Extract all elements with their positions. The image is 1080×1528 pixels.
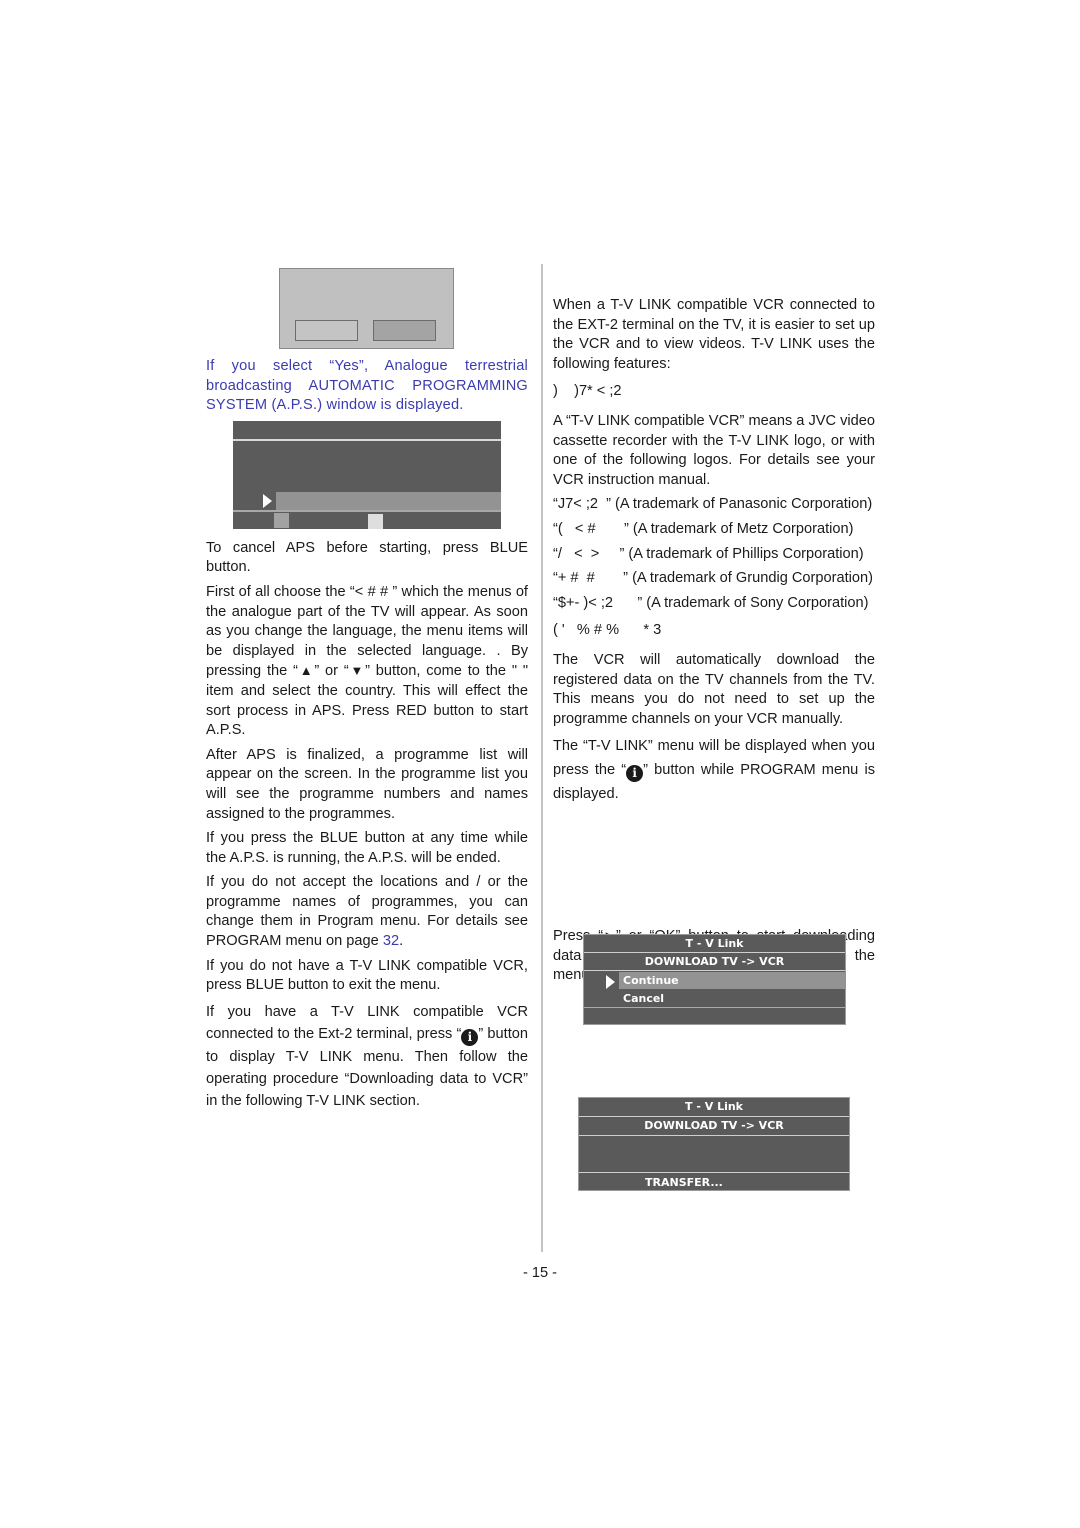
tvlink-intro-text: When a T-V LINK compatible VCR connected… (553, 297, 875, 372)
compatible-text: A “T-V LINK compatible VCR” means a JVC … (553, 412, 875, 488)
up-arrow-icon: ▲ (297, 663, 315, 679)
blue-button-text: If you press the BLUE button at any time… (206, 830, 528, 866)
menu-divider (579, 1172, 849, 1173)
no-button[interactable] (295, 320, 358, 341)
tvlink-text: If you have a T-V LINK compatible VCR co… (206, 1003, 528, 1109)
language-text: First of all choose the “< # # ” which t… (206, 583, 529, 739)
menu-subtitle: DOWNLOAD TV -> VCR (644, 955, 785, 968)
menu-title: T - V Link (685, 1100, 743, 1113)
info-icon: i (626, 765, 644, 783)
page-number: - 15 - (522, 1265, 558, 1281)
info-icon: i (461, 1028, 479, 1046)
cancel-aps-text: To cancel APS before starting, press BLU… (206, 539, 528, 576)
menu-divider (584, 970, 845, 971)
no-tvlink-text: If you do not have a T-V LINK compatible… (206, 957, 528, 994)
finalized-text: After APS is finalized, a programme list… (206, 746, 528, 822)
trademark-philips: “/ < > ” (A trademark of Phillips Corpor… (553, 545, 864, 562)
trademark-metz: “( < # ” (A trademark of Metz Corporatio… (553, 520, 854, 537)
page-32-link[interactable]: 32 (383, 933, 399, 949)
menu-title: T - V Link (685, 937, 744, 950)
aps-intro-text: If you select “Yes”, Analogue terrestria… (206, 358, 528, 414)
yes-button[interactable] (373, 320, 436, 341)
down-arrow-icon: ▼ (348, 663, 366, 679)
menu-item-continue[interactable]: Continue (619, 972, 846, 989)
menu-subtitle: DOWNLOAD TV -> VCR (644, 1119, 784, 1132)
menu-divider (584, 1007, 845, 1008)
column-divider (541, 264, 543, 1252)
garbled-heading-2: ( ' % # % * 3 (553, 622, 662, 639)
trademark-grundig: “+ # # ” (A trademark of Grundig Corpora… (553, 570, 873, 587)
transfer-menu: T - V Link DOWNLOAD TV -> VCR TRANSFER..… (578, 1097, 850, 1191)
menu-divider (579, 1135, 849, 1136)
right-column: When a T-V LINK compatible VCR connected… (553, 296, 875, 991)
trademark-panasonic: “J7< ;2 ” (A trademark of Panasonic Corp… (553, 496, 873, 513)
download-text: The VCR will automatically download the … (553, 651, 875, 727)
transfer-status: TRANSFER... (645, 1176, 723, 1189)
confirm-dialog (279, 268, 454, 349)
selection-arrow-icon (606, 975, 615, 989)
trademark-sony: “$+- )< ;2 ” (A trademark of Sony Corpor… (553, 594, 869, 611)
accept-text: If you do not accept the locations and /… (206, 874, 528, 950)
tvlink-menu: T - V Link DOWNLOAD TV -> VCR Continue C… (583, 934, 846, 1025)
left-column: If you select “Yes”, Analogue terrestria… (206, 357, 528, 1117)
menu-display-text: The “T-V LINK” menu will be displayed wh… (553, 738, 875, 803)
garbled-heading-1: ) )7* < ;2 (553, 383, 622, 400)
menu-item-cancel[interactable]: Cancel (623, 990, 884, 1007)
